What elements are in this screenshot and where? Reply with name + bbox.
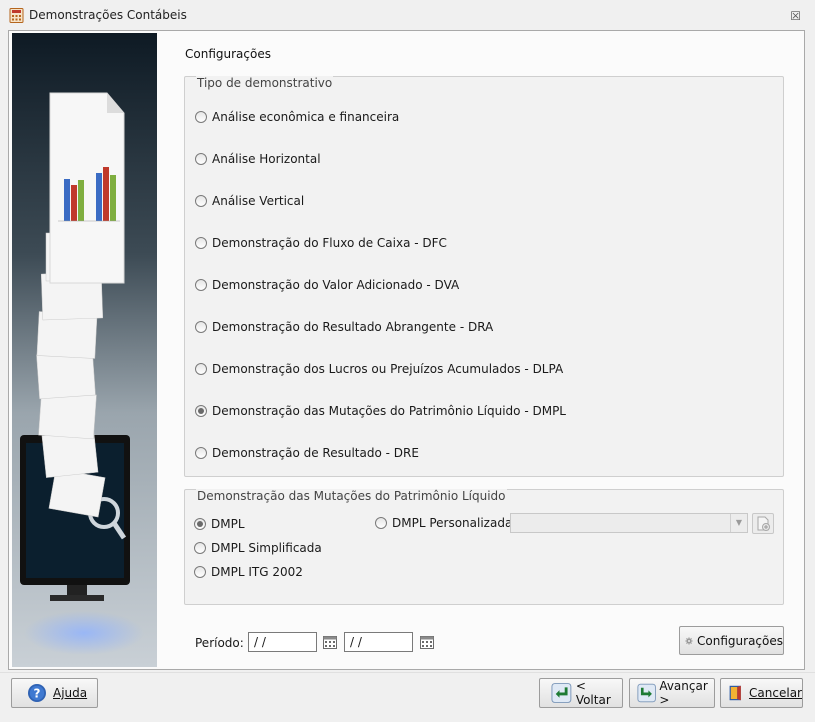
radio-dot-selected (194, 518, 206, 530)
radio-dlpa[interactable]: Demonstração dos Lucros ou Prejuízos Acu… (195, 362, 563, 376)
divider (0, 672, 815, 673)
svg-text:?: ? (34, 687, 41, 701)
radio-dre[interactable]: Demonstração de Resultado - DRE (195, 446, 419, 460)
tipo-group-label: Tipo de demonstrativo (196, 76, 334, 90)
calendar-icon[interactable] (323, 635, 337, 649)
add-personalizada-button[interactable] (752, 513, 774, 534)
page-title: Configurações (185, 47, 271, 61)
radio-dot (195, 279, 207, 291)
radio-dot (195, 363, 207, 375)
radio-dva[interactable]: Demonstração do Valor Adicionado - DVA (195, 278, 459, 292)
ajuda-button[interactable]: ? Ajuda (11, 678, 98, 708)
radio-dot-selected (195, 405, 207, 417)
periodo-inicio-field[interactable]: / / (248, 632, 317, 652)
help-icon: ? (28, 684, 46, 702)
radio-dot (194, 566, 206, 578)
radio-dmpl-itg[interactable]: DMPL ITG 2002 (194, 565, 303, 579)
chevron-down-icon[interactable]: ▼ (730, 514, 747, 532)
radio-dfc[interactable]: Demonstração do Fluxo de Caixa - DFC (195, 236, 447, 250)
periodo-fim-field[interactable]: / / (344, 632, 413, 652)
radio-dmpl-simplificada[interactable]: DMPL Simplificada (194, 541, 322, 555)
radio-analise-economica[interactable]: Análise econômica e financeira (195, 110, 399, 124)
exit-door-icon (729, 685, 741, 701)
radio-analise-vertical[interactable]: Análise Vertical (195, 194, 304, 208)
radio-dmpl[interactable]: Demonstração das Mutações do Patrimônio … (195, 404, 566, 418)
cancelar-button[interactable]: Cancelar (720, 678, 803, 708)
side-illustration (12, 33, 157, 667)
add-document-icon (757, 516, 770, 531)
dmpl-personalizada-combo[interactable]: ▼ (510, 513, 748, 533)
radio-dot (195, 237, 207, 249)
radio-dot (195, 153, 207, 165)
title-bar: Demonstrações Contábeis ☒ (0, 0, 815, 30)
forward-arrow-icon (637, 683, 656, 703)
voltar-button[interactable]: < Voltar (539, 678, 623, 708)
radio-dot (375, 517, 387, 529)
radio-dmpl-padrao[interactable]: DMPL (194, 517, 245, 531)
calendar-icon[interactable] (420, 635, 434, 649)
back-arrow-icon (551, 683, 572, 703)
calculator-icon (9, 8, 24, 23)
radio-analise-horizontal[interactable]: Análise Horizontal (195, 152, 321, 166)
radio-dra[interactable]: Demonstração do Resultado Abrangente - D… (195, 320, 493, 334)
radio-dot (195, 111, 207, 123)
radio-dot (195, 195, 207, 207)
close-icon[interactable]: ☒ (790, 9, 801, 23)
periodo-label: Período: (195, 636, 244, 650)
radio-dot (195, 321, 207, 333)
gear-icon (685, 636, 693, 645)
configuracoes-button[interactable]: Configurações (679, 626, 784, 655)
dmpl-group-label: Demonstração das Mutações do Patrimônio … (196, 489, 507, 503)
window-title: Demonstrações Contábeis (29, 8, 187, 22)
radio-dot (195, 447, 207, 459)
avancar-button[interactable]: Avançar > (629, 678, 715, 708)
radio-dmpl-personalizada[interactable]: DMPL Personalizada (375, 516, 512, 530)
radio-dot (194, 542, 206, 554)
